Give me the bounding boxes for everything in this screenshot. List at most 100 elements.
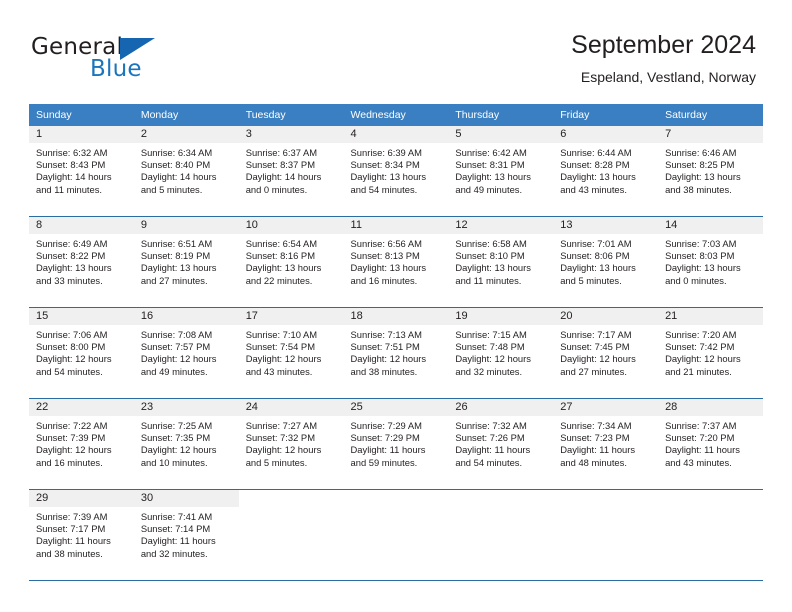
day-cell-inner: 26 Sunrise: 7:32 AM Sunset: 7:26 PM Dayligh… xyxy=(448,399,554,489)
day-number: 21 xyxy=(658,308,763,325)
calendar-day-cell[interactable]: 30 Sunrise: 7:41 AM Sunset: 7:14 PM Dayligh… xyxy=(133,490,239,581)
day-cell-inner xyxy=(658,490,763,580)
calendar-day-cell[interactable]: 19 Sunrise: 7:15 AM Sunset: 7:48 PM Dayligh… xyxy=(448,308,554,399)
daylight-duration-line2: and 54 minutes. xyxy=(350,183,418,195)
calendar-day-cell[interactable]: 10 Sunrise: 6:54 AM Sunset: 8:16 PM Dayligh… xyxy=(238,217,344,308)
sunset-time: Sunset: 7:29 PM xyxy=(350,432,420,444)
day-cell-inner: 25 Sunrise: 7:29 AM Sunset: 7:29 PM Dayligh… xyxy=(343,399,449,489)
day-cell-inner: 17 Sunrise: 7:10 AM Sunset: 7:54 PM Dayligh… xyxy=(238,308,344,398)
day-number: 25 xyxy=(343,399,449,416)
calendar-empty-cell xyxy=(238,490,344,581)
daylight-duration-line1: Daylight: 11 hours xyxy=(455,444,531,456)
day-number: 12 xyxy=(448,217,554,234)
sunset-time: Sunset: 7:26 PM xyxy=(455,432,525,444)
day-number: 1 xyxy=(29,126,134,143)
day-details: Sunrise: 7:15 AM Sunset: 7:48 PM Daylight:… xyxy=(448,325,553,378)
brand-name-blue: Blue xyxy=(90,56,142,82)
calendar-day-cell[interactable]: 13 Sunrise: 7:01 AM Sunset: 8:06 PM Dayligh… xyxy=(553,217,659,308)
day-details: Sunrise: 6:42 AM Sunset: 8:31 PM Daylight:… xyxy=(448,143,553,196)
sunset-time: Sunset: 7:23 PM xyxy=(560,432,630,444)
daylight-duration-line1: Daylight: 12 hours xyxy=(140,353,217,365)
daylight-duration-line1: Daylight: 11 hours xyxy=(36,535,111,547)
daylight-duration-line2: and 49 minutes. xyxy=(455,183,523,195)
daylight-duration-line1: Daylight: 13 hours xyxy=(665,171,741,183)
sunrise-time: Sunrise: 6:32 AM xyxy=(36,147,108,158)
calendar-day-cell[interactable]: 17 Sunrise: 7:10 AM Sunset: 7:54 PM Dayligh… xyxy=(238,308,344,399)
daylight-duration-line2: and 49 minutes. xyxy=(140,365,208,377)
weekday-header-sunday: Sunday xyxy=(29,104,134,126)
calendar-day-cell[interactable]: 11 Sunrise: 6:56 AM Sunset: 8:13 PM Dayligh… xyxy=(343,217,449,308)
day-cell-inner: 16 Sunrise: 7:08 AM Sunset: 7:57 PM Dayligh… xyxy=(133,308,239,398)
daylight-duration-line1: Daylight: 13 hours xyxy=(560,171,636,183)
calendar-day-cell[interactable]: 12 Sunrise: 6:58 AM Sunset: 8:10 PM Dayligh… xyxy=(448,217,554,308)
day-cell-inner: 21 Sunrise: 7:20 AM Sunset: 7:42 PM Dayligh… xyxy=(658,308,763,398)
sunset-time: Sunset: 8:00 PM xyxy=(36,341,106,353)
calendar-day-cell[interactable]: 1 Sunrise: 6:32 AM Sunset: 8:43 PM Daylight… xyxy=(29,126,134,217)
sunset-time: Sunset: 7:20 PM xyxy=(665,432,735,444)
day-details: Sunrise: 7:17 AM Sunset: 7:45 PM Daylight:… xyxy=(553,325,658,378)
day-number: 13 xyxy=(553,217,659,234)
day-cell-inner: 19 Sunrise: 7:15 AM Sunset: 7:48 PM Dayligh… xyxy=(448,308,554,398)
day-number xyxy=(448,490,554,507)
sunset-time: Sunset: 7:14 PM xyxy=(140,523,211,535)
calendar-day-cell[interactable]: 23 Sunrise: 7:25 AM Sunset: 7:35 PM Dayligh… xyxy=(133,399,239,490)
weekday-header-row: Sunday Monday Tuesday Wednesday Thursday… xyxy=(29,104,763,126)
calendar-day-cell[interactable]: 27 Sunrise: 7:34 AM Sunset: 7:23 PM Dayligh… xyxy=(553,399,659,490)
day-number: 16 xyxy=(133,308,239,325)
daylight-duration-line1: Daylight: 12 hours xyxy=(245,444,322,456)
calendar-day-cell[interactable]: 24 Sunrise: 7:27 AM Sunset: 7:32 PM Dayligh… xyxy=(238,399,344,490)
day-number: 5 xyxy=(448,126,554,143)
day-details: Sunrise: 7:39 AM Sunset: 7:17 PM Daylight:… xyxy=(29,507,134,560)
page-title: September 2024 xyxy=(571,31,756,59)
sunset-time: Sunset: 7:39 PM xyxy=(36,432,106,444)
day-details: Sunrise: 7:25 AM Sunset: 7:35 PM Daylight:… xyxy=(134,416,239,469)
day-number: 14 xyxy=(658,217,763,234)
day-cell-inner: 12 Sunrise: 6:58 AM Sunset: 8:10 PM Dayligh… xyxy=(448,217,554,307)
daylight-duration-line1: Daylight: 12 hours xyxy=(560,353,636,365)
day-details: Sunrise: 7:13 AM Sunset: 7:51 PM Daylight:… xyxy=(344,325,449,378)
calendar-day-cell[interactable]: 9 Sunrise: 6:51 AM Sunset: 8:19 PM Daylight… xyxy=(133,217,239,308)
daylight-duration-line2: and 54 minutes. xyxy=(455,456,523,468)
daylight-duration-line1: Daylight: 11 hours xyxy=(560,444,636,456)
calendar-day-cell[interactable]: 14 Sunrise: 7:03 AM Sunset: 8:03 PM Dayligh… xyxy=(658,217,763,308)
calendar-day-cell[interactable]: 20 Sunrise: 7:17 AM Sunset: 7:45 PM Dayligh… xyxy=(553,308,659,399)
calendar-day-cell[interactable]: 2 Sunrise: 6:34 AM Sunset: 8:40 PM Daylight… xyxy=(133,126,239,217)
calendar-day-cell[interactable]: 29 Sunrise: 7:39 AM Sunset: 7:17 PM Dayligh… xyxy=(29,490,134,581)
day-cell-inner xyxy=(448,490,554,580)
calendar-day-cell[interactable]: 22 Sunrise: 7:22 AM Sunset: 7:39 PM Dayligh… xyxy=(29,399,134,490)
daylight-duration-line2: and 38 minutes. xyxy=(350,365,418,377)
calendar-day-cell[interactable]: 16 Sunrise: 7:08 AM Sunset: 7:57 PM Dayligh… xyxy=(133,308,239,399)
daylight-duration-line1: Daylight: 11 hours xyxy=(665,444,740,456)
day-details: Sunrise: 7:08 AM Sunset: 7:57 PM Daylight:… xyxy=(134,325,239,378)
sunrise-time: Sunrise: 6:58 AM xyxy=(455,238,527,249)
day-details: Sunrise: 7:27 AM Sunset: 7:32 PM Daylight:… xyxy=(239,416,344,469)
day-details: Sunrise: 7:32 AM Sunset: 7:26 PM Daylight:… xyxy=(448,416,553,469)
calendar-day-cell[interactable]: 5 Sunrise: 6:42 AM Sunset: 8:31 PM Daylight… xyxy=(448,126,554,217)
calendar-day-cell[interactable]: 4 Sunrise: 6:39 AM Sunset: 8:34 PM Daylight… xyxy=(343,126,449,217)
daylight-duration-line2: and 0 minutes. xyxy=(665,274,727,286)
sunrise-time: Sunrise: 7:22 AM xyxy=(36,420,108,431)
day-number: 24 xyxy=(238,399,344,416)
sunrise-time: Sunrise: 6:42 AM xyxy=(455,147,527,158)
day-cell-inner: 27 Sunrise: 7:34 AM Sunset: 7:23 PM Dayligh… xyxy=(553,399,659,489)
day-number xyxy=(238,490,344,507)
sunrise-time: Sunrise: 7:15 AM xyxy=(455,329,527,340)
sunrise-time: Sunrise: 7:08 AM xyxy=(140,329,213,340)
sunrise-time: Sunrise: 7:03 AM xyxy=(665,238,737,249)
day-details: Sunrise: 6:37 AM Sunset: 8:37 PM Daylight:… xyxy=(239,143,344,196)
calendar-day-cell[interactable]: 15 Sunrise: 7:06 AM Sunset: 8:00 PM Dayligh… xyxy=(29,308,134,399)
calendar-day-cell[interactable]: 6 Sunrise: 6:44 AM Sunset: 8:28 PM Daylight… xyxy=(553,126,659,217)
day-details: Sunrise: 6:32 AM Sunset: 8:43 PM Daylight:… xyxy=(29,143,134,196)
calendar-day-cell[interactable]: 3 Sunrise: 6:37 AM Sunset: 8:37 PM Daylight… xyxy=(238,126,344,217)
sunrise-time: Sunrise: 6:37 AM xyxy=(245,147,318,158)
calendar-day-cell[interactable]: 28 Sunrise: 7:37 AM Sunset: 7:20 PM Dayligh… xyxy=(658,399,763,490)
calendar-day-cell[interactable]: 25 Sunrise: 7:29 AM Sunset: 7:29 PM Dayligh… xyxy=(343,399,449,490)
calendar-day-cell[interactable]: 8 Sunrise: 6:49 AM Sunset: 8:22 PM Daylight… xyxy=(29,217,134,308)
calendar-day-cell[interactable]: 7 Sunrise: 6:46 AM Sunset: 8:25 PM Daylight… xyxy=(658,126,763,217)
calendar-day-cell[interactable]: 21 Sunrise: 7:20 AM Sunset: 7:42 PM Dayligh… xyxy=(658,308,763,399)
day-cell-inner: 1 Sunrise: 6:32 AM Sunset: 8:43 PM Daylight… xyxy=(29,126,134,216)
calendar-day-cell[interactable]: 18 Sunrise: 7:13 AM Sunset: 7:51 PM Dayligh… xyxy=(343,308,449,399)
day-number: 23 xyxy=(133,399,239,416)
calendar-day-cell[interactable]: 26 Sunrise: 7:32 AM Sunset: 7:26 PM Dayligh… xyxy=(448,399,554,490)
brand-logo[interactable]: General Blue xyxy=(31,34,251,86)
